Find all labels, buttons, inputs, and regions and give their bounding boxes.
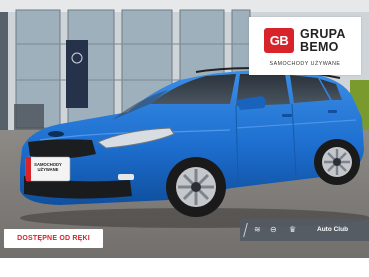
citroen-icon: ≋ <box>254 225 261 234</box>
auto-club-label: Auto Club <box>317 226 349 233</box>
front-grille <box>28 139 96 159</box>
dealer-name-line2: BEMO <box>300 40 339 54</box>
kia-logo-icon <box>48 131 64 137</box>
peugeot-icon: ♛ <box>289 225 297 234</box>
availability-badge: DOSTĘPNE OD RĘKI <box>4 229 103 248</box>
dealer-tagline: SAMOCHODY UŻYWANE <box>269 61 341 67</box>
gb-logo-icon: GB <box>264 28 294 53</box>
dealer-logo: GB GRUPA BEMO SAMOCHODY UŻYWANE <box>249 17 361 75</box>
plate-line2: UŻYWANE <box>37 167 59 172</box>
divider <box>243 223 248 237</box>
dealer-name-line1: GRUPA <box>300 27 346 41</box>
opel-icon: ⊖ <box>270 225 277 234</box>
listing-photo: SAMOCHODY UŻYWANE GB GRUPA BEMO SAMOCHOD… <box>0 0 369 277</box>
peugeot-banner <box>66 40 88 108</box>
partner-brands-bar: ≋ ⊖ ♛ Auto Club <box>240 219 369 241</box>
license-plate-text: SAMOCHODY UŻYWANE <box>28 162 68 172</box>
